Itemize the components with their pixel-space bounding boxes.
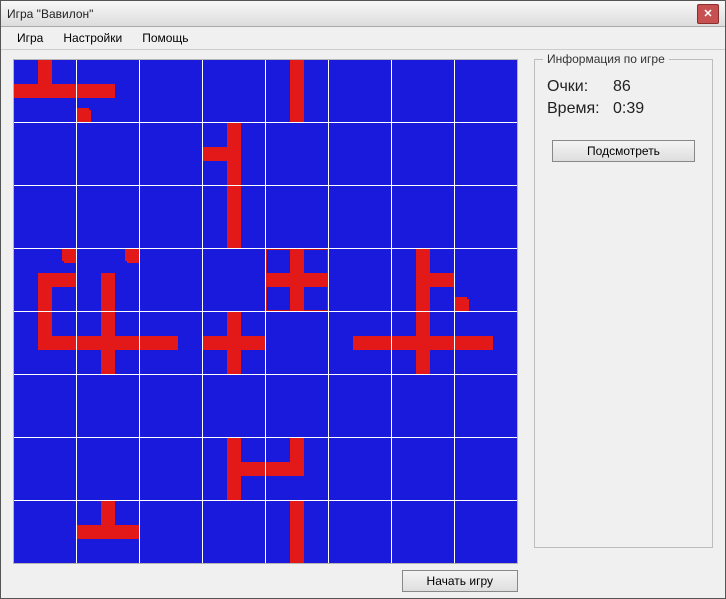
board-cell[interactable] <box>329 60 391 122</box>
board-cell[interactable] <box>140 249 202 311</box>
board-cell[interactable] <box>329 375 391 437</box>
board-cell[interactable] <box>77 438 139 500</box>
board-cell[interactable] <box>203 249 265 311</box>
board-cell[interactable] <box>77 501 139 563</box>
board-cell[interactable] <box>140 312 202 374</box>
game-board[interactable] <box>14 60 517 563</box>
board-cell[interactable] <box>203 438 265 500</box>
board-cell[interactable] <box>392 249 454 311</box>
board-cell[interactable] <box>77 312 139 374</box>
board-cell[interactable] <box>329 438 391 500</box>
board-cell[interactable] <box>329 123 391 185</box>
board-cell[interactable] <box>77 60 139 122</box>
board-wrap <box>13 59 518 564</box>
board-cell[interactable] <box>392 438 454 500</box>
menu-help[interactable]: Помощь <box>132 29 198 47</box>
board-cell[interactable] <box>203 501 265 563</box>
peek-button[interactable]: Подсмотреть <box>552 140 695 162</box>
board-cell[interactable] <box>14 501 76 563</box>
board-cell[interactable] <box>329 249 391 311</box>
time-label: Время: <box>547 100 613 118</box>
board-cell[interactable] <box>203 375 265 437</box>
menu-game[interactable]: Игра <box>7 29 53 47</box>
board-cell[interactable] <box>140 60 202 122</box>
start-game-button[interactable]: Начать игру <box>402 570 518 592</box>
board-cell[interactable] <box>455 312 517 374</box>
board-cell[interactable] <box>203 186 265 248</box>
board-cell[interactable] <box>266 312 328 374</box>
board-cell[interactable] <box>455 249 517 311</box>
board-cell[interactable] <box>392 186 454 248</box>
score-row: Очки: 86 <box>547 78 700 96</box>
menu-settings[interactable]: Настройки <box>53 29 132 47</box>
right-pane: Информация по игре Очки: 86 Время: 0:39 … <box>534 59 713 588</box>
board-cell[interactable] <box>14 123 76 185</box>
board-cell[interactable] <box>266 249 328 311</box>
board-cell[interactable] <box>392 60 454 122</box>
board-cell[interactable] <box>14 375 76 437</box>
board-cell[interactable] <box>455 375 517 437</box>
info-group: Информация по игре Очки: 86 Время: 0:39 … <box>534 59 713 548</box>
board-cell[interactable] <box>266 501 328 563</box>
board-cell[interactable] <box>77 123 139 185</box>
board-cell[interactable] <box>455 186 517 248</box>
board-cell[interactable] <box>140 186 202 248</box>
left-pane: Начать игру <box>13 59 518 588</box>
board-cell[interactable] <box>266 438 328 500</box>
start-row: Начать игру <box>13 564 518 592</box>
board-cell[interactable] <box>329 186 391 248</box>
board-cell[interactable] <box>455 123 517 185</box>
peek-row: Подсмотреть <box>547 140 700 162</box>
board-cell[interactable] <box>140 375 202 437</box>
board-cell[interactable] <box>77 186 139 248</box>
board-cell[interactable] <box>392 123 454 185</box>
board-cell[interactable] <box>392 501 454 563</box>
time-row: Время: 0:39 <box>547 100 700 118</box>
board-cell[interactable] <box>392 375 454 437</box>
board-cell[interactable] <box>140 501 202 563</box>
board-cell[interactable] <box>14 249 76 311</box>
board-cell[interactable] <box>266 186 328 248</box>
board-cell[interactable] <box>203 123 265 185</box>
close-icon[interactable]: ✕ <box>697 4 719 24</box>
client-area: Начать игру Информация по игре Очки: 86 … <box>1 51 725 598</box>
time-value: 0:39 <box>613 100 644 118</box>
menubar: Игра Настройки Помощь <box>1 27 725 50</box>
score-label: Очки: <box>547 78 613 96</box>
board-cell[interactable] <box>14 438 76 500</box>
board-cell[interactable] <box>266 60 328 122</box>
board-cell[interactable] <box>14 312 76 374</box>
board-cell[interactable] <box>266 123 328 185</box>
board-cell[interactable] <box>77 249 139 311</box>
score-value: 86 <box>613 78 631 96</box>
board-cell[interactable] <box>392 312 454 374</box>
board-cell[interactable] <box>77 375 139 437</box>
titlebar: Игра "Вавилон" ✕ <box>1 1 725 27</box>
board-cell[interactable] <box>140 123 202 185</box>
board-cell[interactable] <box>455 60 517 122</box>
board-cell[interactable] <box>14 60 76 122</box>
board-cell[interactable] <box>455 501 517 563</box>
board-cell[interactable] <box>455 438 517 500</box>
board-cell[interactable] <box>266 375 328 437</box>
app-window: Игра "Вавилон" ✕ Игра Настройки Помощь Н… <box>0 0 726 599</box>
info-legend: Информация по игре <box>543 52 669 66</box>
window-title: Игра "Вавилон" <box>7 7 697 21</box>
board-cell[interactable] <box>14 186 76 248</box>
board-cell[interactable] <box>203 312 265 374</box>
board-cell[interactable] <box>140 438 202 500</box>
board-cell[interactable] <box>329 312 391 374</box>
board-cell[interactable] <box>203 60 265 122</box>
board-cell[interactable] <box>329 501 391 563</box>
